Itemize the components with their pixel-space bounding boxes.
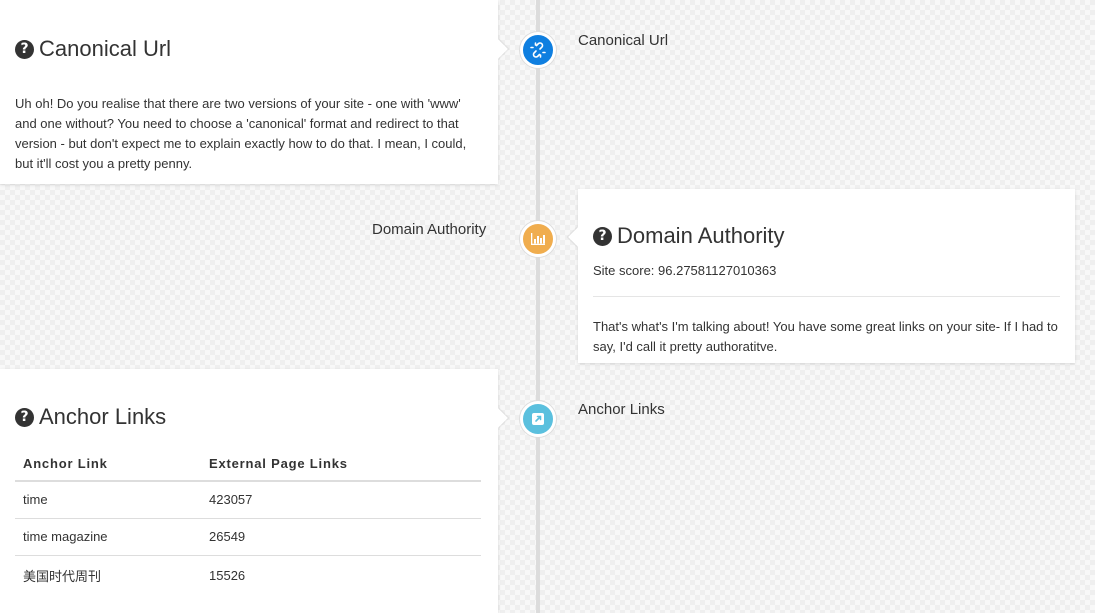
anchor-links-title: ? Anchor Links	[15, 404, 482, 430]
column-header-anchor-link: Anchor Link	[15, 446, 201, 482]
domain-authority-panel: ? Domain Authority Site score: 96.275811…	[568, 189, 1075, 363]
question-circle-icon[interactable]: ?	[593, 226, 612, 246]
anchor-links-badge	[520, 401, 556, 437]
column-header-external-page-links: External Page Links	[201, 446, 481, 482]
table-row: 美国时代周刊 15526	[15, 554, 481, 595]
domain-authority-timeline-label: Domain Authority	[372, 221, 487, 238]
timeline-line	[536, 0, 540, 613]
question-circle-icon[interactable]: ?	[15, 39, 34, 59]
panel-arrow	[488, 408, 508, 428]
external-link-icon	[532, 413, 544, 425]
domain-authority-title: ? Domain Authority	[593, 223, 1060, 249]
canonical-url-panel: ? Canonical Url Uh oh! Do you realise th…	[0, 0, 508, 184]
anchor-link-cell: time magazine	[15, 517, 201, 555]
table-header-row: Anchor Link External Page Links	[15, 446, 481, 482]
table-row: time 423057	[15, 480, 481, 518]
anchor-link-cell: 美国时代周刊	[15, 554, 201, 595]
canonical-url-body: Uh oh! Do you realise that there are two…	[15, 96, 467, 171]
domain-authority-body: That's what's I'm talking about! You hav…	[593, 319, 1058, 354]
anchor-links-timeline-label: Anchor Links	[578, 401, 665, 418]
canonical-url-title: ? Canonical Url	[15, 36, 482, 62]
anchor-links-table: Anchor Link External Page Links time 423…	[15, 446, 481, 595]
site-score: Site score: 96.27581127010363	[593, 263, 777, 278]
external-links-cell: 15526	[201, 554, 481, 595]
canonical-url-timeline-label: Canonical Url	[578, 32, 669, 49]
external-links-cell: 423057	[201, 480, 481, 518]
canonical-url-badge	[520, 32, 556, 68]
unlink-icon	[530, 42, 546, 58]
domain-authority-badge	[520, 221, 556, 257]
bar-chart-icon	[531, 233, 545, 245]
question-circle-icon[interactable]: ?	[15, 407, 34, 427]
anchor-links-panel: ? Anchor Links Anchor Link External Page…	[0, 369, 508, 613]
table-row: time magazine 26549	[15, 517, 481, 555]
external-links-cell: 26549	[201, 517, 481, 555]
panel-arrow	[488, 39, 508, 59]
panel-arrow	[568, 227, 588, 247]
anchor-link-cell: time	[15, 480, 201, 518]
divider	[593, 296, 1060, 297]
